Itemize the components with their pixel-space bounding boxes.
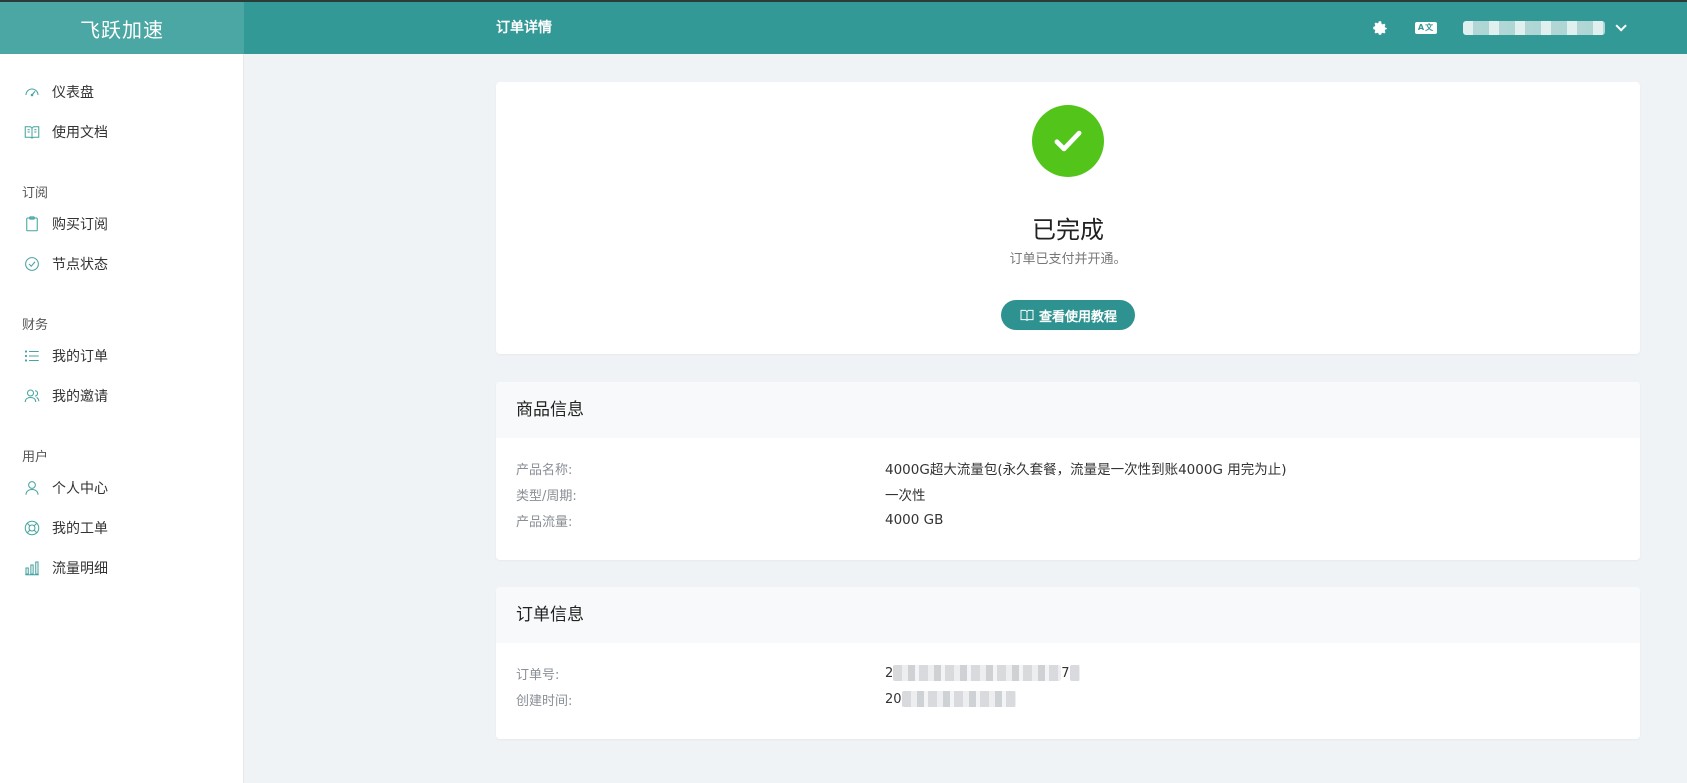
info-label: 产品名称: bbox=[516, 462, 573, 478]
info-value: 4000G超大流量包(永久套餐，流量是一次性到账4000G 用完为止) bbox=[885, 462, 1287, 478]
support-icon bbox=[22, 518, 42, 538]
order-number-suffix: 7 bbox=[1061, 665, 1070, 681]
user-icon bbox=[22, 478, 42, 498]
sidebar-item-label: 我的订单 bbox=[52, 349, 108, 365]
sidebar-item-label: 我的邀请 bbox=[52, 389, 108, 405]
sidebar-item-label: 我的工单 bbox=[52, 521, 108, 537]
top-bar: 飞跃加速 订单详情 A文 bbox=[0, 0, 1687, 54]
created-time-value: 20 bbox=[885, 691, 1016, 707]
nav-group-subscription: 订阅 bbox=[22, 186, 49, 201]
sidebar-item-my-orders[interactable]: 我的订单 bbox=[0, 336, 244, 376]
order-number-redacted bbox=[893, 665, 1062, 681]
clipboard-icon bbox=[22, 214, 42, 234]
info-label: 订单号: bbox=[516, 667, 560, 683]
sidebar-item-label: 个人中心 bbox=[52, 481, 108, 497]
sidebar-item-label: 使用文档 bbox=[52, 125, 108, 141]
dashboard-icon bbox=[22, 82, 42, 102]
info-value: 4000 GB bbox=[885, 512, 944, 528]
order-number-redacted-tail bbox=[1069, 665, 1080, 681]
created-time-row: 创建时间: 20 bbox=[516, 687, 1016, 711]
product-traffic-row: 产品流量: 4000 GB bbox=[516, 508, 943, 532]
language-glyph: A文 bbox=[1415, 22, 1437, 34]
list-icon bbox=[22, 346, 42, 366]
order-number-prefix: 2 bbox=[885, 665, 894, 681]
nav-group-finance: 财务 bbox=[22, 318, 49, 333]
info-label: 类型/周期: bbox=[516, 488, 577, 504]
sidebar-item-profile[interactable]: 个人中心 bbox=[0, 468, 244, 508]
created-time-redacted bbox=[901, 691, 1016, 707]
brand-logo[interactable]: 飞跃加速 bbox=[0, 2, 244, 54]
info-label: 产品流量: bbox=[516, 514, 573, 530]
users-icon bbox=[22, 386, 42, 406]
order-number-row: 订单号: 2 7 bbox=[516, 661, 1080, 685]
order-info-card: 订单信息 订单号: 2 7 创建时间: 20 bbox=[496, 587, 1640, 739]
product-name-row: 产品名称: 4000G超大流量包(永久套餐，流量是一次性到账4000G 用完为止… bbox=[516, 456, 1286, 480]
user-menu[interactable] bbox=[1463, 2, 1627, 54]
view-tutorial-label: 查看使用教程 bbox=[1038, 309, 1117, 325]
info-value: 一次性 bbox=[885, 488, 926, 504]
status-title: 已完成 bbox=[1032, 216, 1104, 244]
created-time-prefix: 20 bbox=[885, 691, 902, 707]
chevron-down-icon bbox=[1615, 20, 1627, 32]
product-info-heading: 商品信息 bbox=[496, 382, 1640, 438]
success-check-icon bbox=[1032, 105, 1104, 177]
view-tutorial-button[interactable]: 查看使用教程 bbox=[1001, 300, 1135, 330]
sidebar-item-tickets[interactable]: 我的工单 bbox=[0, 508, 244, 548]
sidebar-item-label: 节点状态 bbox=[52, 257, 108, 273]
sidebar-item-traffic-details[interactable]: 流量明细 bbox=[0, 548, 244, 588]
product-info-card: 商品信息 产品名称: 4000G超大流量包(永久套餐，流量是一次性到账4000G… bbox=[496, 382, 1640, 560]
sidebar-item-node-status[interactable]: 节点状态 bbox=[0, 244, 244, 284]
sidebar-item-docs[interactable]: 使用文档 bbox=[0, 112, 244, 152]
order-status-card: 已完成 订单已支付并开通。 查看使用教程 bbox=[496, 82, 1640, 354]
gear-icon[interactable] bbox=[1368, 2, 1392, 54]
sidebar: 仪表盘 使用文档 订阅 购买订阅 节点状态 财务 我的订单 我的邀请 用户 个人… bbox=[0, 54, 244, 783]
status-subtitle: 订单已支付并开通。 bbox=[1009, 252, 1127, 267]
info-label: 创建时间: bbox=[516, 693, 573, 709]
page-title: 订单详情 bbox=[496, 20, 552, 36]
order-info-heading: 订单信息 bbox=[496, 587, 1640, 643]
order-number-value: 2 7 bbox=[885, 665, 1080, 681]
check-circle-icon bbox=[22, 254, 42, 274]
sidebar-item-buy-subscription[interactable]: 购买订阅 bbox=[0, 204, 244, 244]
sidebar-item-label: 购买订阅 bbox=[52, 217, 108, 233]
product-type-row: 类型/周期: 一次性 bbox=[516, 482, 926, 506]
user-email-redacted bbox=[1463, 21, 1605, 35]
sidebar-item-my-invites[interactable]: 我的邀请 bbox=[0, 376, 244, 416]
sidebar-item-dashboard[interactable]: 仪表盘 bbox=[0, 72, 244, 112]
book-icon bbox=[1020, 309, 1034, 321]
nav-group-user: 用户 bbox=[22, 450, 49, 465]
language-icon[interactable]: A文 bbox=[1413, 2, 1439, 54]
bar-chart-icon bbox=[22, 558, 42, 578]
sidebar-item-label: 流量明细 bbox=[52, 561, 108, 577]
sidebar-item-label: 仪表盘 bbox=[52, 85, 94, 101]
book-icon bbox=[22, 122, 42, 142]
